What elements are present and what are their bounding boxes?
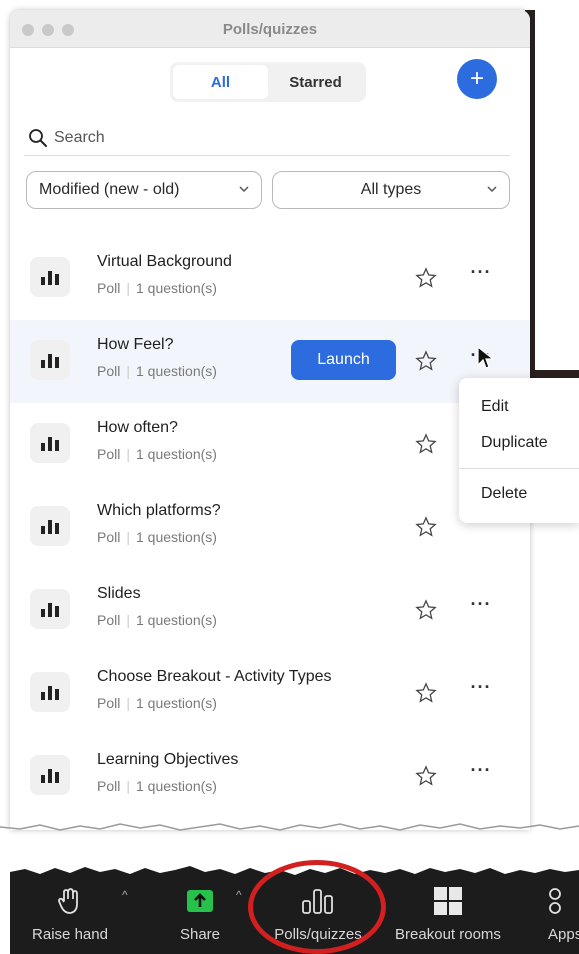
poll-row[interactable]: Virtual Background Poll | 1 question(s) ··… <box>10 237 530 320</box>
bar-chart-icon <box>30 257 70 297</box>
filter-tabs: All Starred <box>170 62 366 102</box>
poll-meta: Poll | 1 question(s) <box>97 612 217 628</box>
poll-meta: Poll | 1 question(s) <box>97 778 217 794</box>
poll-name: Which platforms? <box>97 502 221 519</box>
hand-icon <box>58 888 78 914</box>
poll-name: Virtual Background <box>97 253 232 270</box>
sort-dropdown[interactable]: Modified (new - old) <box>26 171 262 209</box>
raise-hand-label: Raise hand <box>32 926 108 943</box>
apps-icon <box>549 888 561 914</box>
bar-chart-icon <box>30 340 70 380</box>
bar-chart-icon <box>30 755 70 795</box>
more-options-icon[interactable]: ··· <box>469 262 493 292</box>
poll-row[interactable]: Choose Breakout - Activity Types Poll | 1 … <box>10 652 530 735</box>
bar-chart-icon <box>30 423 70 463</box>
chevron-up-icon[interactable]: ^ <box>236 888 242 902</box>
breakout-rooms-button[interactable]: Breakout rooms <box>388 886 508 943</box>
star-icon[interactable] <box>415 682 437 704</box>
title-bar: Polls/quizzes <box>10 10 530 48</box>
breakout-rooms-label: Breakout rooms <box>395 926 501 943</box>
share-icon <box>187 890 213 912</box>
bar-chart-icon <box>30 589 70 629</box>
poll-meta: Poll | 1 question(s) <box>97 695 217 711</box>
poll-meta: Poll | 1 question(s) <box>97 529 217 545</box>
poll-name: Learning Objectives <box>97 751 239 768</box>
poll-row[interactable]: Learning Objectives Poll | 1 question(s) ·… <box>10 735 530 818</box>
star-icon[interactable] <box>415 267 437 289</box>
more-options-icon[interactable]: ··· <box>469 760 493 790</box>
chevron-down-icon <box>239 186 249 193</box>
apps-button[interactable]: Apps <box>548 886 579 943</box>
share-label: Share <box>179 926 221 943</box>
search-input[interactable] <box>54 128 474 147</box>
chevron-down-icon <box>487 186 497 193</box>
poll-row[interactable]: Slides Poll | 1 question(s) ··· <box>10 569 530 652</box>
poll-row[interactable]: Which platforms? Poll | 1 question(s) <box>10 486 530 569</box>
tab-all[interactable]: All <box>173 65 268 99</box>
tab-starred[interactable]: Starred <box>268 65 363 99</box>
poll-meta: Poll | 1 question(s) <box>97 446 217 462</box>
bar-chart-icon <box>30 672 70 712</box>
mouse-pointer-icon <box>477 346 494 369</box>
search-icon <box>29 128 47 147</box>
menu-item-edit[interactable]: Edit <box>459 392 579 428</box>
type-dropdown-label: All types <box>360 181 422 198</box>
bar-chart-icon <box>30 506 70 546</box>
poll-name: How often? <box>97 419 178 436</box>
star-icon[interactable] <box>415 599 437 621</box>
poll-row[interactable]: How Feel? Poll|1 question(s) Launch ··· <box>10 320 530 403</box>
poll-meta: Poll | 1 question(s) <box>97 280 217 296</box>
star-icon[interactable] <box>415 350 437 372</box>
poll-list: Virtual Background Poll | 1 question(s) ··… <box>10 237 530 818</box>
launch-button[interactable]: Launch <box>291 340 396 380</box>
torn-edge <box>0 823 579 831</box>
chevron-up-icon[interactable]: ^ <box>122 888 128 902</box>
window-title: Polls/quizzes <box>222 21 318 38</box>
poll-row[interactable]: How often? Poll | 1 question(s) <box>10 403 530 486</box>
menu-item-duplicate[interactable]: Duplicate <box>459 428 579 464</box>
menu-divider <box>459 468 579 469</box>
breakout-rooms-icon <box>434 887 462 915</box>
more-options-icon[interactable]: ··· <box>469 594 493 624</box>
search-bar <box>24 120 510 156</box>
type-dropdown[interactable]: All types <box>272 171 510 209</box>
poll-meta: Poll | 1 question(s) <box>97 363 217 379</box>
add-poll-button[interactable]: + <box>457 59 497 99</box>
poll-name: How Feel? <box>97 336 174 353</box>
share-button[interactable]: Share <box>160 886 240 943</box>
raise-hand-button[interactable]: Raise hand <box>30 886 110 943</box>
star-icon[interactable] <box>415 765 437 787</box>
more-options-icon[interactable]: ··· <box>469 677 493 707</box>
apps-label: Apps <box>548 926 579 943</box>
context-menu: Edit Duplicate Delete <box>459 378 579 523</box>
sort-dropdown-label: Modified (new - old) <box>39 181 180 198</box>
poll-name: Slides <box>97 585 141 602</box>
poll-name: Choose Breakout - Activity Types <box>97 668 332 685</box>
star-icon[interactable] <box>415 433 437 455</box>
polls-window: Polls/quizzes All Starred + Modified (ne… <box>10 10 530 830</box>
star-icon[interactable] <box>415 516 437 538</box>
highlight-circle <box>248 860 386 954</box>
background-frame <box>525 10 579 378</box>
menu-item-delete[interactable]: Delete <box>459 479 579 515</box>
